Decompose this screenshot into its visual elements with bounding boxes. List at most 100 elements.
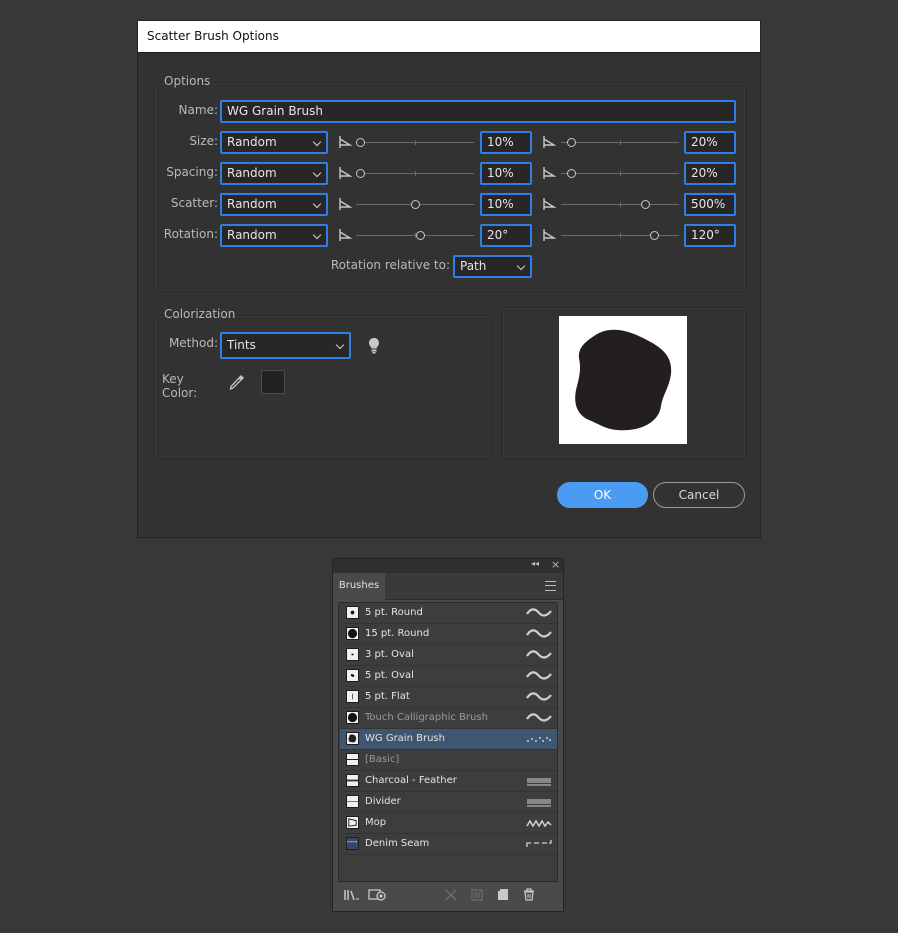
cancel-button[interactable]: Cancel [653, 482, 745, 508]
size-mode-select[interactable]: Random [220, 131, 328, 154]
close-panel-icon[interactable]: × [551, 558, 560, 571]
brush-stroke-preview-icon [526, 774, 552, 788]
size-min-slider-knob[interactable] [356, 138, 365, 147]
brush-list-item[interactable]: Divider [340, 792, 557, 813]
brush-name: Divider [365, 796, 401, 807]
remove-brush-stroke-icon[interactable] [445, 889, 457, 901]
brush-options-icon[interactable] [471, 889, 483, 901]
brush-thumbnail [346, 795, 359, 808]
method-select[interactable]: Tints [220, 332, 351, 359]
spacing-max-input[interactable]: 20% [684, 162, 736, 185]
preview-canvas [559, 316, 687, 444]
brush-thumbnail [346, 690, 359, 703]
brush-stroke-preview-icon [526, 816, 552, 830]
panel-tab-bar: Brushes [333, 573, 563, 600]
rotation-relative-select[interactable]: Path [453, 255, 532, 278]
brush-name: [Basic] [365, 754, 400, 765]
brush-list-item[interactable]: 5 pt. Round [340, 603, 557, 624]
method-label: Method: [168, 336, 218, 350]
rotation-mode-value: Random [227, 228, 277, 242]
options-group-title: Options [164, 74, 211, 88]
brush-list-item[interactable]: Charcoal - Feather [340, 771, 557, 792]
brush-list-item[interactable]: 15 pt. Round [340, 624, 557, 645]
variation-min-icon [339, 198, 353, 210]
rotation-min-input[interactable]: 20° [480, 224, 532, 247]
brush-list-item[interactable]: 5 pt. Oval [340, 666, 557, 687]
brush-stroke-preview-icon [526, 648, 552, 662]
brush-list-item[interactable]: WG Grain Brush [340, 729, 557, 750]
chevron-down-icon [312, 199, 322, 209]
variation-max-icon [543, 167, 557, 179]
variation-max-icon [543, 136, 557, 148]
spacing-mode-select[interactable]: Random [220, 162, 328, 185]
panel-header-strip: ◂◂ × [333, 558, 563, 573]
brush-stroke-preview-icon [526, 837, 552, 851]
libraries-panel-icon[interactable] [368, 887, 388, 902]
brush-list: 5 pt. Round 15 pt. Round 3 pt. Oval 5 pt. O… [338, 602, 558, 882]
scatter-min-slider-knob[interactable] [411, 200, 420, 209]
ok-button[interactable]: OK [557, 482, 648, 508]
method-value: Tints [227, 338, 256, 352]
scatter-brush-options-dialog: Scatter Brush Options Options Name: WG G… [137, 20, 761, 538]
dialog-title: Scatter Brush Options [138, 21, 760, 53]
scatter-max-slider-knob[interactable] [641, 200, 650, 209]
tab-brushes[interactable]: Brushes [333, 573, 385, 600]
tips-lightbulb-icon[interactable] [367, 337, 381, 355]
spacing-max-slider-knob[interactable] [567, 169, 576, 178]
brush-thumbnail [346, 669, 359, 682]
brush-name: Denim Seam [365, 838, 430, 849]
eyedropper-icon[interactable] [228, 373, 246, 391]
variation-min-icon [339, 136, 353, 148]
brush-thumbnail [346, 774, 359, 787]
brush-thumbnail [346, 627, 359, 640]
brush-list-item[interactable]: [Basic] [340, 750, 557, 771]
size-mode-value: Random [227, 135, 277, 149]
spacing-label: Spacing: [166, 165, 218, 179]
rotation-min-slider-knob[interactable] [416, 231, 425, 240]
key-color-swatch[interactable] [261, 370, 285, 394]
rotation-max-slider-knob[interactable] [650, 231, 659, 240]
rotation-max-input[interactable]: 120° [684, 224, 736, 247]
collapse-panel-icon[interactable]: ◂◂ [531, 559, 539, 568]
brush-list-item[interactable]: 3 pt. Oval [340, 645, 557, 666]
scatter-min-input[interactable]: 10% [480, 193, 532, 216]
brush-thumbnail [346, 753, 359, 766]
chevron-down-icon [312, 168, 322, 178]
brush-stroke-preview-icon [526, 606, 552, 620]
brush-stroke-preview-icon [526, 669, 552, 683]
brush-name: 5 pt. Flat [365, 691, 410, 702]
brush-list-item[interactable]: 5 pt. Flat [340, 687, 557, 708]
variation-max-icon [543, 229, 557, 241]
panel-menu-icon[interactable] [545, 581, 556, 591]
brush-list-item[interactable]: Denim Seam [340, 834, 557, 855]
variation-max-icon [543, 198, 557, 210]
brush-thumbnail [346, 711, 359, 724]
brush-libraries-icon[interactable] [343, 888, 361, 902]
name-label: Name: [178, 103, 218, 117]
rotation-mode-select[interactable]: Random [220, 224, 328, 247]
delete-brush-icon[interactable] [523, 888, 535, 901]
slider-tick [620, 202, 621, 207]
colorization-group-title: Colorization [164, 307, 236, 321]
new-brush-icon[interactable] [497, 888, 509, 901]
rotation-relative-label: Rotation relative to: [330, 258, 450, 272]
brush-name: 15 pt. Round [365, 628, 430, 639]
spacing-min-input[interactable]: 10% [480, 162, 532, 185]
brush-name: 3 pt. Oval [365, 649, 414, 660]
size-min-input[interactable]: 10% [480, 131, 532, 154]
spacing-min-slider-knob[interactable] [356, 169, 365, 178]
brush-list-item[interactable]: Touch Calligraphic Brush [340, 708, 557, 729]
scatter-max-input[interactable]: 500% [684, 193, 736, 216]
key-color-label: Key Color: [162, 372, 198, 400]
brush-stroke-preview-icon [526, 690, 552, 704]
brush-list-item[interactable]: Mop [340, 813, 557, 834]
slider-tick [415, 140, 416, 145]
brush-stroke-preview-icon [526, 795, 552, 809]
size-max-input[interactable]: 20% [684, 131, 736, 154]
chevron-down-icon [516, 261, 526, 271]
scatter-mode-select[interactable]: Random [220, 193, 328, 216]
size-max-slider-knob[interactable] [567, 138, 576, 147]
brush-name: 5 pt. Round [365, 607, 423, 618]
name-input[interactable]: WG Grain Brush [220, 100, 736, 123]
variation-min-icon [339, 167, 353, 179]
